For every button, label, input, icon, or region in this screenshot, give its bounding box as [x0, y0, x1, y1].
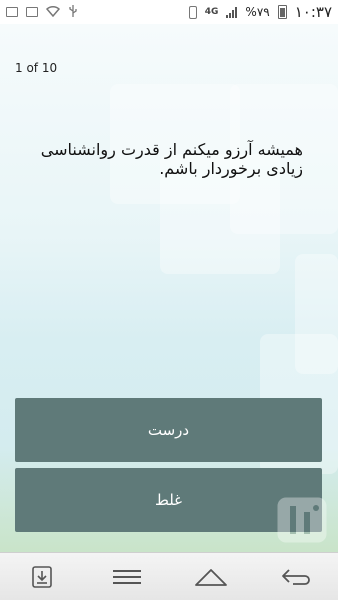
- status-right: 4G %۷۹ ۱۰:۳۷: [188, 3, 332, 21]
- question-counter: 1 of 10: [15, 61, 58, 75]
- back-icon[interactable]: [276, 557, 316, 597]
- menu-icon[interactable]: [107, 557, 147, 597]
- usb-icon: [68, 4, 78, 20]
- download-icon[interactable]: [22, 557, 62, 597]
- network-type: 4G: [204, 6, 219, 17]
- app-notification-icon: [26, 7, 38, 17]
- store-logo-icon: [276, 496, 328, 544]
- home-icon[interactable]: [191, 557, 231, 597]
- battery-icon: [277, 5, 287, 19]
- status-left: [6, 4, 78, 20]
- quiz-screen: 1 of 10 همیشه آرزو میکنم از قدرت روانشنا…: [0, 24, 338, 552]
- status-bar: 4G %۷۹ ۱۰:۳۷: [0, 0, 338, 24]
- wifi-icon: [45, 5, 61, 19]
- navigation-bar: [0, 552, 338, 600]
- battery-percent: %۷۹: [245, 5, 270, 19]
- gallery-notification-icon: [6, 7, 18, 17]
- status-time: ۱۰:۳۷: [294, 3, 332, 21]
- question-text: همیشه آرزو میکنم از قدرت روانشناسی زیادی…: [40, 140, 303, 178]
- vibrate-icon: [188, 5, 197, 19]
- answer-true-button[interactable]: درست: [15, 398, 322, 462]
- signal-icon: [226, 6, 238, 18]
